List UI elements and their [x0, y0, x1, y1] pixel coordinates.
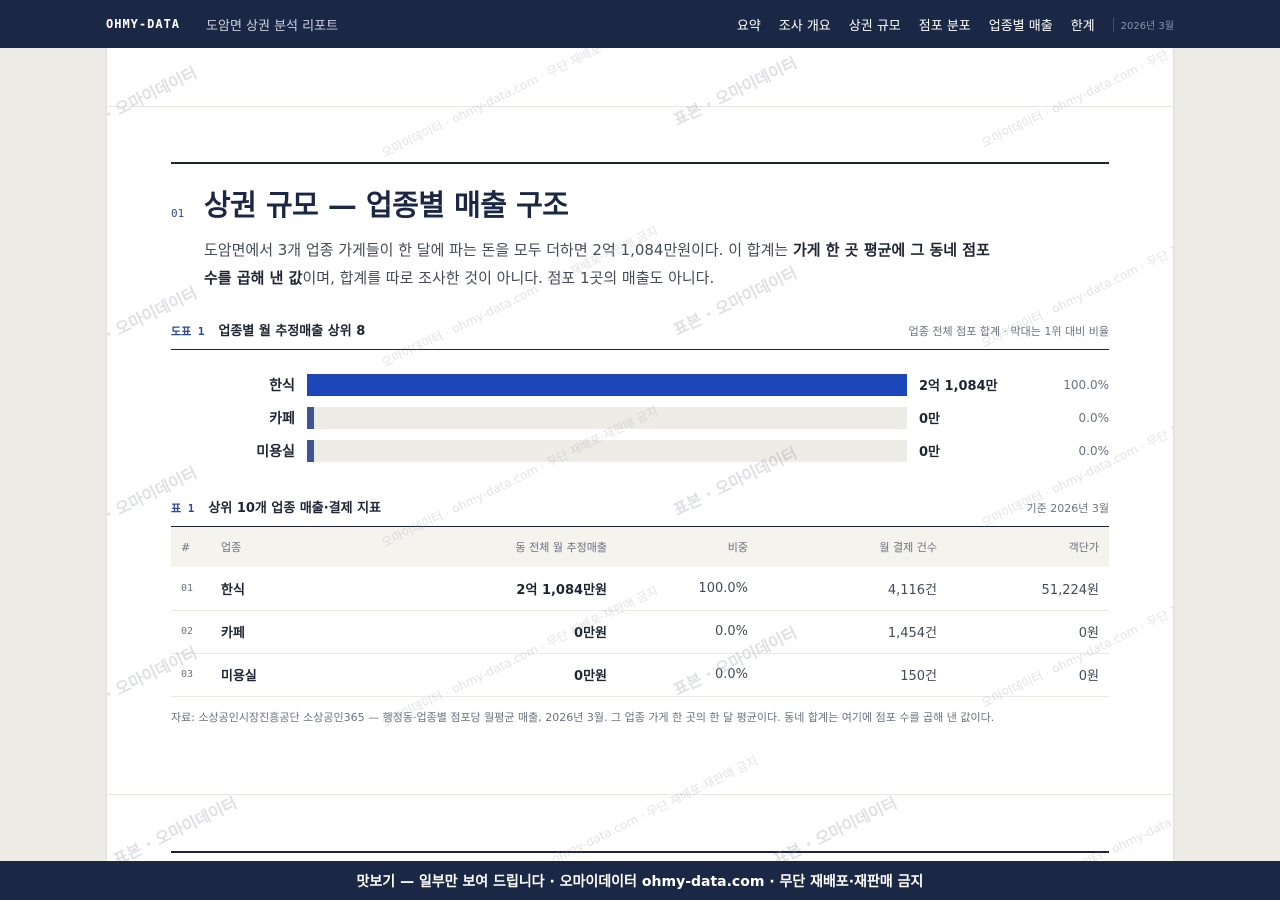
- row-avg-ticket: 0원: [947, 653, 1109, 697]
- next-section-rule: [171, 851, 1109, 853]
- section-lead: 도암면에서 3개 업종 가게들이 한 달에 파는 돈을 모두 더하면 2억 1,…: [204, 236, 1004, 292]
- watermark-text: 오마이데이터 · ohmy-data.com · 무단 재배포·재판매 금지: [379, 48, 661, 161]
- section-rule: [171, 162, 1109, 164]
- table-row: 03 미용실 0만원 0.0% 150건 0원: [171, 653, 1109, 697]
- bar-category-label: 한식: [269, 377, 295, 394]
- row-industry: 한식: [211, 567, 361, 611]
- row-rank: 02: [171, 610, 211, 654]
- bar-category-label: 카페: [269, 410, 295, 427]
- bar-row: 카페 0만 0.0%: [171, 401, 1109, 434]
- bar: [307, 406, 314, 429]
- table-tag: 표 1: [171, 502, 195, 515]
- row-sales: 2억 1,084만원: [361, 567, 617, 611]
- section-header: 01 상권 규모 — 업종별 매출 구조: [171, 182, 1109, 224]
- table-row: 01 한식 2억 1,084만원 100.0% 4,116건 51,224원: [171, 567, 1109, 611]
- nav-link-summary[interactable]: 요약: [737, 15, 761, 34]
- section-number: 01: [171, 207, 185, 220]
- section-title: 상권 규모 — 업종별 매출 구조: [204, 188, 569, 222]
- bar-percent-label: 0.0%: [1078, 443, 1110, 458]
- nav-link-overview[interactable]: 조사 개요: [779, 15, 831, 34]
- row-share: 100.0%: [617, 567, 758, 611]
- row-sales: 0만원: [361, 653, 617, 697]
- bar-value-label: 0만: [919, 412, 941, 427]
- col-rank: #: [171, 527, 211, 567]
- figure-header: 도표 1 업종별 월 추정매출 상위 8 업종 전체 점포 합계 · 막대는 1…: [171, 320, 1109, 350]
- row-transactions: 1,454건: [758, 610, 947, 654]
- col-industry: 업종: [211, 527, 361, 567]
- bar-track: [307, 373, 907, 396]
- nav-link-market-size[interactable]: 상권 규모: [849, 15, 901, 34]
- divider: [107, 106, 1173, 107]
- report-page: 01 상권 규모 — 업종별 매출 구조 도암면에서 3개 업종 가게들이 한 …: [107, 48, 1173, 861]
- figure-title: 업종별 월 추정매출 상위 8: [218, 324, 366, 339]
- table-row: 02 카페 0만원 0.0% 1,454건 0원: [171, 610, 1109, 654]
- row-transactions: 4,116건: [758, 567, 947, 611]
- nav-link-store-distribution[interactable]: 점포 분포: [919, 15, 971, 34]
- figure-tag: 도표 1: [171, 325, 205, 338]
- watermark-text: 오마이데이터 · ohmy-data.com · 무단 재배포·재판매 금지: [1040, 744, 1173, 861]
- row-industry: 미용실: [211, 653, 361, 697]
- bar-value-label: 2억 1,084만: [919, 379, 998, 394]
- bar: [307, 373, 907, 396]
- watermark-text: 오마이데이터 · ohmy-data.com · 무단 재배포·재판매 금지: [479, 753, 761, 861]
- brand-logo[interactable]: OHMY-DATA: [106, 17, 180, 31]
- sales-table: # 업종 동 전체 월 추정매출 비중 월 결제 건수 객단가 01 한식 2억…: [171, 527, 1109, 697]
- source-note: 자료: 소상공인시장진흥공단 소상공인365 — 행정동·업종별 점포당 월평균…: [171, 710, 995, 724]
- bar-track: [307, 406, 907, 429]
- figure-note: 업종 전체 점포 합계 · 막대는 1위 대비 비율: [908, 325, 1109, 338]
- preview-banner: 맛보기 — 일부만 보여 드립니다 · 오마이데이터 ohmy-data.com…: [0, 861, 1280, 900]
- bar-chart: 한식 2억 1,084만 100.0% 카페 0만 0.0% 미용실 0만 0.0%: [171, 368, 1109, 467]
- top-nav: OHMY-DATA 도암면 상권 분석 리포트 요약 조사 개요 상권 규모 점…: [0, 0, 1280, 48]
- bar-track: [307, 439, 907, 462]
- col-transactions: 월 결제 건수: [758, 527, 947, 567]
- bar-row: 미용실 0만 0.0%: [171, 434, 1109, 467]
- table-title: 상위 10개 업종 매출·결제 지표: [208, 501, 382, 516]
- preview-banner-text: 맛보기 — 일부만 보여 드립니다 · 오마이데이터 ohmy-data.com…: [356, 873, 924, 890]
- lead-text-2: 이며, 합계를 따로 조사한 것이 아니다. 점포 1곳의 매출도 아니다.: [302, 269, 715, 287]
- col-sales: 동 전체 월 추정매출: [361, 527, 617, 567]
- table-header-row: # 업종 동 전체 월 추정매출 비중 월 결제 건수 객단가: [171, 527, 1109, 567]
- divider: [107, 794, 1173, 795]
- row-rank: 03: [171, 653, 211, 697]
- bar: [307, 439, 314, 462]
- bar-percent-label: 100.0%: [1063, 377, 1109, 392]
- row-avg-ticket: 51,224원: [947, 567, 1109, 611]
- report-title: 도암면 상권 분석 리포트: [206, 18, 339, 34]
- bar-percent-label: 0.0%: [1078, 410, 1110, 425]
- table-note: 기준 2026년 3월: [1026, 502, 1109, 515]
- watermark-text: 표본 · 오마이데이터: [107, 63, 200, 139]
- table-header: 표 1 상위 10개 업종 매출·결제 지표 기준 2026년 3월: [171, 497, 1109, 527]
- lead-text-1: 도암면에서 3개 업종 가게들이 한 달에 파는 돈을 모두 더하면 2억 1,…: [204, 241, 793, 259]
- watermark-text: 오마이데이터 · ohmy-data.com · 무단 재배포·재판매 금지: [979, 48, 1173, 151]
- row-sales: 0만원: [361, 610, 617, 654]
- bar-value-label: 0만: [919, 445, 941, 460]
- nav-link-limitations[interactable]: 한계: [1071, 15, 1095, 34]
- watermark-text: 표본 · 오마이데이터: [670, 53, 800, 130]
- col-share: 비중: [617, 527, 758, 567]
- bar-row: 한식 2억 1,084만 100.0%: [171, 368, 1109, 401]
- row-share: 0.0%: [617, 610, 758, 654]
- nav-links: 요약 조사 개요 상권 규모 점포 분포 업종별 매출 한계 2026년 3월: [737, 15, 1174, 34]
- row-rank: 01: [171, 567, 211, 611]
- row-industry: 카페: [211, 610, 361, 654]
- section-market-size: 01 상권 규모 — 업종별 매출 구조 도암면에서 3개 업종 가게들이 한 …: [171, 162, 1109, 729]
- bar-category-label: 미용실: [256, 443, 295, 460]
- row-avg-ticket: 0원: [947, 610, 1109, 654]
- row-transactions: 150건: [758, 653, 947, 697]
- col-avg-ticket: 객단가: [947, 527, 1109, 567]
- row-share: 0.0%: [617, 653, 758, 697]
- nav-link-sales-by-industry[interactable]: 업종별 매출: [989, 15, 1053, 34]
- report-date: 2026년 3월: [1112, 16, 1174, 32]
